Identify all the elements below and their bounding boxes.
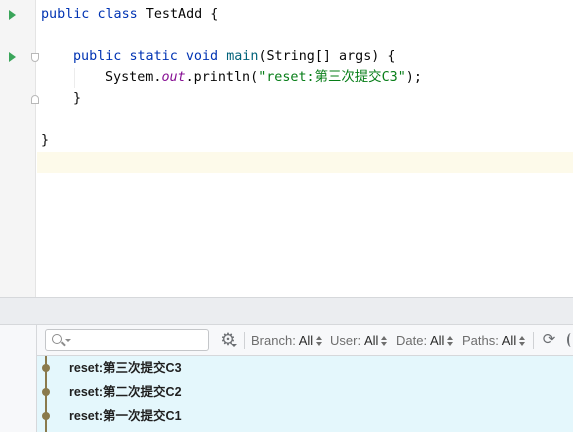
paths-filter-label: Paths: <box>462 333 499 348</box>
fold-end-icon[interactable] <box>31 95 39 104</box>
code-editor[interactable]: public class TestAdd { public static voi… <box>0 0 573 297</box>
editor-gutter <box>0 0 39 297</box>
user-filter-label: User: <box>330 333 362 348</box>
date-filter-label: Date: <box>396 333 428 348</box>
branch-filter-label: Branch: <box>251 333 296 348</box>
search-input[interactable] <box>72 332 204 348</box>
method-name: main <box>226 49 259 64</box>
commit-node <box>42 412 50 420</box>
refresh-icon[interactable]: ⟳ <box>540 331 558 349</box>
user-filter-value: All <box>363 333 379 348</box>
toolbar-divider <box>244 332 245 349</box>
commit-list: reset:第三次提交C3 reset:第二次提交C2 reset:第一次提交C… <box>37 356 573 432</box>
updown-icon <box>316 336 323 346</box>
fold-method-icon[interactable] <box>31 53 39 62</box>
updown-icon <box>381 336 388 346</box>
branch-filter[interactable]: Branch: All <box>251 332 323 350</box>
date-filter-value: All <box>429 333 445 348</box>
statement-end: ); <box>405 70 422 85</box>
keyword: static <box>129 49 178 64</box>
static-field: out <box>161 70 186 85</box>
code-line-7: } <box>41 133 50 148</box>
search-icon[interactable] <box>52 334 62 344</box>
commit-node <box>42 364 50 372</box>
date-filter[interactable]: Date: All <box>396 332 454 350</box>
chevron-down-icon <box>231 344 237 347</box>
log-branches-pane <box>0 325 37 432</box>
commit-row[interactable]: reset:第三次提交C3 <box>37 356 573 380</box>
method-call: .println( <box>185 70 259 85</box>
string-literal: "reset:第三次提交C3" <box>258 70 406 85</box>
commit-message: reset:第一次提交C1 <box>69 409 182 423</box>
more-actions-icon[interactable] <box>567 333 573 347</box>
method-signature: (String[] args) { <box>258 49 396 64</box>
run-class-icon[interactable] <box>9 10 16 20</box>
commit-node <box>42 388 50 396</box>
search-box[interactable] <box>45 329 209 351</box>
keyword: class <box>97 7 138 22</box>
commit-message: reset:第二次提交C2 <box>69 385 182 399</box>
paths-filter[interactable]: Paths: All <box>462 332 526 350</box>
commit-row[interactable]: reset:第二次提交C2 <box>37 380 573 404</box>
search-history-caret-icon[interactable] <box>65 339 71 342</box>
branch-filter-value: All <box>298 333 314 348</box>
code-line-1: public class TestAdd { <box>41 5 218 25</box>
updown-icon <box>519 336 526 346</box>
toolbar-divider <box>533 332 534 349</box>
user-filter[interactable]: User: All <box>330 332 388 350</box>
current-line-highlight <box>37 152 573 173</box>
commit-row[interactable]: reset:第一次提交C1 <box>37 404 573 428</box>
tool-window-splitter[interactable] <box>0 297 573 325</box>
class-ref: System. <box>105 70 162 85</box>
keyword: void <box>185 49 219 64</box>
indent-guide <box>74 68 75 88</box>
commit-message: reset:第三次提交C3 <box>69 361 182 375</box>
paths-filter-value: All <box>501 333 517 348</box>
keyword: public <box>41 7 90 22</box>
code-line-3: public static void main(String[] args) { <box>73 47 396 67</box>
updown-icon <box>447 336 454 346</box>
vcs-log-toolbar: ⚙ Branch: All User: All Date: All Paths:… <box>37 325 573 356</box>
code-line-4: System.out.println("reset:第三次提交C3"); <box>105 68 422 88</box>
run-main-icon[interactable] <box>9 52 16 62</box>
keyword: public <box>73 49 122 64</box>
code-line-5: } <box>73 91 82 106</box>
gear-icon[interactable]: ⚙ <box>218 330 238 350</box>
class-declaration: TestAdd { <box>137 7 219 22</box>
